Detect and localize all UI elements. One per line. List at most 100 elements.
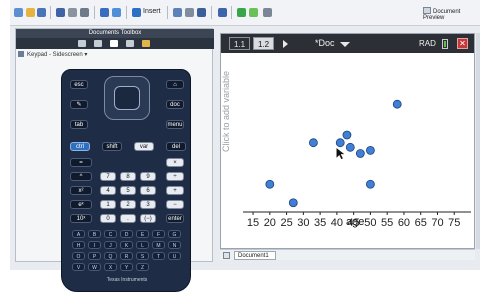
digit-0-key[interactable]: 0 — [100, 214, 116, 223]
letter-t-key[interactable]: T — [152, 252, 165, 260]
letter-p-key[interactable]: P — [88, 252, 101, 260]
document-preview-toggle[interactable]: Document Preview — [423, 7, 480, 21]
letter-l-key[interactable]: L — [136, 241, 149, 249]
data-point[interactable] — [366, 146, 375, 155]
digit-6-key[interactable]: 6 — [140, 186, 156, 195]
letter-k-key[interactable]: K — [120, 241, 133, 249]
forward-arrow-icon[interactable] — [249, 8, 258, 17]
tab-utilities-icon[interactable] — [142, 40, 150, 47]
vertical-scrollbar[interactable] — [476, 33, 480, 249]
divide-key[interactable]: ÷ — [166, 172, 184, 181]
digit-2-key[interactable]: 2 — [120, 200, 136, 209]
letter-b-key[interactable]: B — [88, 230, 101, 238]
letter-d-key[interactable]: D — [120, 230, 133, 238]
scratchpad-key[interactable]: ✎ — [70, 100, 88, 109]
letter-m-key[interactable]: M — [152, 241, 165, 249]
undo-icon[interactable] — [80, 8, 89, 17]
tab-document-icon[interactable] — [78, 40, 86, 47]
letter-g-key[interactable]: G — [168, 230, 181, 238]
x-axis-label[interactable]: age — [346, 216, 364, 228]
tab-keypad-icon[interactable] — [110, 40, 118, 47]
letter-s-key[interactable]: S — [136, 252, 149, 260]
document-window: 1.1 1.2 *Doc RAD ✕ Click to add variable… — [220, 33, 475, 249]
save-icon[interactable] — [37, 8, 46, 17]
data-point[interactable] — [392, 99, 402, 109]
digit-4-key[interactable]: 4 — [100, 186, 116, 195]
tab-page-1-2[interactable]: 1.2 — [253, 37, 274, 50]
ctrl-key[interactable]: ctrl — [70, 142, 90, 151]
open-folder-icon[interactable] — [26, 8, 35, 17]
tab-page-1-1[interactable]: 1.1 — [229, 37, 250, 50]
document-menu-caret-icon[interactable] — [340, 42, 350, 47]
copy-icon[interactable] — [100, 8, 109, 17]
scatter-plot[interactable]: 15 20 25 30 35 40 45 50 55 60 65 70 75 — [243, 54, 473, 234]
new-document-icon[interactable] — [14, 8, 23, 17]
esc-key[interactable]: esc — [70, 80, 88, 89]
letter-o-key[interactable]: O — [72, 252, 85, 260]
letter-q-key[interactable]: Q — [104, 252, 117, 260]
square-key[interactable]: x² — [70, 186, 92, 195]
plus-key[interactable]: + — [166, 186, 184, 195]
exp-key[interactable]: eˣ — [70, 200, 92, 209]
letter-c-key[interactable]: C — [104, 230, 117, 238]
digit-5-key[interactable]: 5 — [120, 186, 136, 195]
doc-key[interactable]: doc — [166, 100, 184, 109]
touchpad-center[interactable] — [114, 86, 140, 110]
decimal-key[interactable]: . — [120, 214, 136, 223]
multiply-key[interactable]: × — [166, 158, 184, 167]
data-point[interactable] — [342, 130, 352, 140]
next-page-arrow-icon[interactable] — [283, 40, 288, 48]
paste-icon[interactable] — [112, 8, 121, 17]
tab-key[interactable]: tab — [70, 120, 88, 129]
letter-f-key[interactable]: F — [152, 230, 165, 238]
digit-8-key[interactable]: 8 — [120, 172, 136, 181]
insert-menu[interactable]: Insert — [143, 8, 161, 15]
digit-9-key[interactable]: 9 — [140, 172, 156, 181]
close-icon[interactable]: ✕ — [457, 38, 468, 49]
doc-settings-icon[interactable] — [218, 8, 227, 17]
letter-a-key[interactable]: A — [72, 230, 85, 238]
document-tab[interactable]: Document1 — [234, 251, 276, 260]
grid-icon[interactable] — [185, 8, 194, 17]
data-point[interactable] — [366, 179, 375, 189]
data-point[interactable] — [335, 138, 345, 148]
letter-e-key[interactable]: E — [136, 230, 149, 238]
data-point[interactable] — [265, 179, 275, 189]
power-key[interactable]: ^ — [70, 172, 92, 181]
negative-key[interactable]: (−) — [140, 214, 156, 223]
data-point[interactable] — [355, 149, 365, 158]
home-key[interactable]: ⌂ — [166, 80, 184, 89]
tab-content-icon[interactable] — [126, 40, 134, 47]
letter-r-key[interactable]: R — [120, 252, 133, 260]
ten-power-key[interactable]: 10ˣ — [70, 214, 92, 223]
menu-key[interactable]: menu — [166, 120, 184, 129]
data-point[interactable] — [288, 198, 298, 208]
equals-key[interactable]: = — [70, 158, 92, 167]
insert-page-icon[interactable] — [132, 8, 141, 17]
letter-u-key[interactable]: U — [168, 252, 181, 260]
data-point[interactable] — [309, 138, 318, 148]
digit-3-key[interactable]: 3 — [140, 200, 156, 209]
zoom-icon[interactable] — [173, 8, 182, 17]
enter-key[interactable]: enter — [166, 214, 184, 223]
var-key[interactable]: var — [134, 142, 154, 151]
touchpad[interactable] — [104, 76, 150, 120]
letter-n-key[interactable]: N — [168, 241, 181, 249]
settings-icon[interactable] — [68, 8, 77, 17]
letter-j-key[interactable]: J — [104, 241, 117, 249]
print-icon[interactable] — [56, 8, 65, 17]
letter-h-key[interactable]: H — [72, 241, 85, 249]
keypad-selector[interactable]: Keypad - Sidescreen ▾ — [18, 51, 128, 60]
tab-page-sorter-icon[interactable] — [94, 40, 102, 47]
data-point[interactable] — [345, 142, 355, 152]
y-axis-add-variable[interactable]: Click to add variable — [221, 32, 231, 152]
letter-i-key[interactable]: I — [88, 241, 101, 249]
shift-key[interactable]: shift — [102, 142, 122, 151]
del-key[interactable]: del — [166, 142, 186, 151]
calculator-icon[interactable] — [263, 8, 272, 17]
minus-key[interactable]: − — [166, 200, 184, 209]
digit-1-key[interactable]: 1 — [100, 200, 116, 209]
layout-icon[interactable] — [197, 8, 206, 17]
digit-7-key[interactable]: 7 — [100, 172, 116, 181]
back-arrow-icon[interactable] — [237, 8, 246, 17]
